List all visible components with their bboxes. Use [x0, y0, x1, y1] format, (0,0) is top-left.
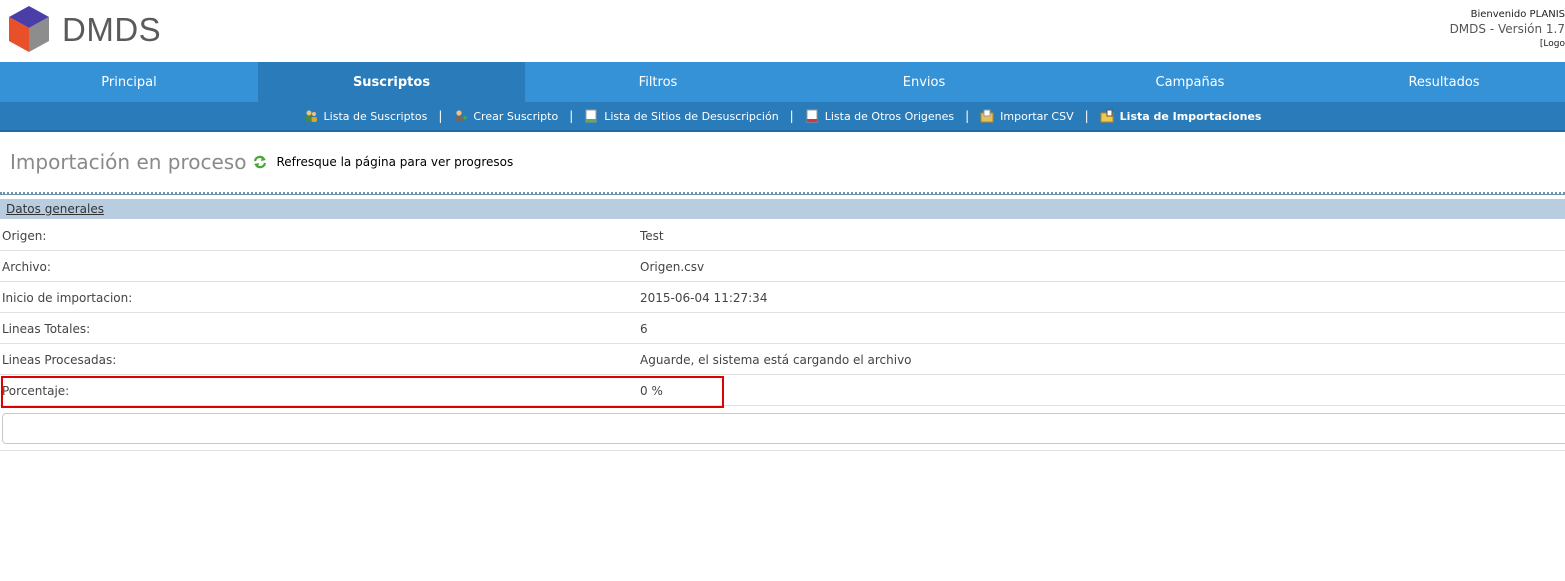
header: DMDS Bienvenido PLANIS DMDS - Versión 1.…: [0, 0, 1565, 62]
subnav-sitios-desuscripcion[interactable]: Lista de Sitios de Desuscripción: [584, 109, 779, 123]
row-value: 6: [640, 322, 648, 336]
nav-resultados[interactable]: Resultados: [1323, 62, 1565, 102]
subnav-label: Importar CSV: [1000, 109, 1074, 123]
row-value: Aguarde, el sistema está cargando el arc…: [640, 353, 912, 367]
folder-import-icon: [980, 109, 994, 123]
brand-name: DMDS: [62, 11, 162, 48]
table-row: Porcentaje: 0 %: [0, 375, 1565, 406]
table-row: Lineas Totales: 6: [0, 313, 1565, 344]
main-nav: Principal Suscriptos Filtros Envios Camp…: [0, 62, 1565, 102]
row-label: Inicio de importacion:: [2, 291, 133, 305]
row-label: Origen:: [2, 229, 47, 243]
user-box: Bienvenido PLANIS DMDS - Versión 1.7 [Lo…: [1365, 8, 1565, 51]
row-label: Lineas Procesadas:: [2, 353, 117, 367]
dmds-logo-icon: [9, 6, 49, 52]
row-label: Lineas Totales:: [2, 322, 91, 336]
row-value: 0 %: [640, 384, 663, 398]
nav-principal[interactable]: Principal: [0, 62, 258, 102]
subnav-label: Crear Suscripto: [473, 109, 559, 123]
sub-nav: Lista de Suscriptos | Crear Suscripto | …: [0, 102, 1565, 132]
welcome-text: Bienvenido PLANIS: [1470, 9, 1565, 20]
divider: [0, 192, 1565, 195]
table-row: Inicio de importacion: 2015-06-04 11:27:…: [0, 282, 1565, 313]
page-title-row: Importación en proceso Refresque la pági…: [10, 150, 513, 174]
subnav-importar-csv[interactable]: Importar CSV: [980, 109, 1074, 123]
row-value: Origen.csv: [640, 260, 705, 274]
user-add-icon: [455, 110, 468, 122]
row-label: Archivo:: [2, 260, 51, 274]
refresh-hint: Refresque la página para ver progresos: [276, 155, 514, 169]
document-icon: [585, 109, 597, 123]
subnav-lista-suscriptos[interactable]: Lista de Suscriptos: [304, 109, 428, 123]
row-label: Porcentaje:: [2, 384, 70, 398]
subnav-label: Lista de Importaciones: [1119, 109, 1262, 123]
separator: |: [569, 109, 574, 123]
nav-filtros[interactable]: Filtros: [525, 62, 791, 102]
details-table: Origen: Test Archivo: Origen.csv Inicio …: [0, 220, 1565, 406]
table-row: Archivo: Origen.csv: [0, 251, 1565, 282]
logout-link[interactable]: [Logo: [1365, 38, 1565, 51]
separator: |: [1084, 109, 1089, 123]
version-text: DMDS - Versión 1.7: [1449, 22, 1565, 36]
subnav-otros-origenes[interactable]: Lista de Otros Origenes: [805, 109, 954, 123]
row-value: 2015-06-04 11:27:34: [640, 291, 768, 305]
separator: |: [965, 109, 970, 123]
table-row: Origen: Test: [0, 220, 1565, 251]
section-header: Datos generales: [0, 199, 1565, 219]
subnav-label: Lista de Otros Origenes: [824, 109, 955, 123]
subnav-label: Lista de Suscriptos: [323, 109, 428, 123]
page-title: Importación en proceso: [10, 150, 247, 174]
nav-envios[interactable]: Envios: [791, 62, 1057, 102]
subnav-crear-suscripto[interactable]: Crear Suscripto: [453, 109, 558, 123]
nav-suscriptos[interactable]: Suscriptos: [258, 62, 525, 102]
subnav-label: Lista de Sitios de Desuscripción: [604, 109, 779, 123]
users-icon: [305, 110, 317, 122]
document-red-icon: [806, 109, 818, 123]
separator: |: [438, 109, 443, 123]
refresh-icon[interactable]: [252, 154, 268, 170]
subnav-lista-importaciones[interactable]: Lista de Importaciones: [1100, 109, 1262, 123]
progress-bar: [2, 413, 1565, 444]
divider: [0, 450, 1565, 451]
nav-campanas[interactable]: Campañas: [1057, 62, 1323, 102]
section-title-link[interactable]: Datos generales: [6, 202, 104, 216]
folder-list-icon: [1100, 109, 1114, 123]
row-value: Test: [640, 229, 664, 243]
table-row: Lineas Procesadas: Aguarde, el sistema e…: [0, 344, 1565, 375]
separator: |: [789, 109, 794, 123]
